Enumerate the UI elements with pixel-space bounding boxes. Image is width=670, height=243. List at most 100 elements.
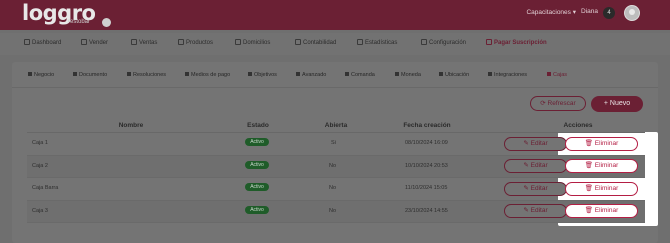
building-icon xyxy=(28,72,32,76)
advanced-icon xyxy=(296,72,300,76)
tab-comanda[interactable]: Comanda xyxy=(345,72,375,78)
resolution-icon xyxy=(127,72,131,76)
refresh-button[interactable]: ⟳ Refrescar xyxy=(530,96,586,111)
tab-negocio[interactable]: Negocio xyxy=(28,72,54,78)
cell-fecha: 23/10/2024 14:55 xyxy=(405,207,448,214)
nav-domicilios[interactable]: Domicilios xyxy=(235,39,270,46)
col-fecha: Fecha creación xyxy=(403,122,451,129)
delete-label: Eliminar xyxy=(594,207,619,214)
target-icon xyxy=(248,72,252,76)
tab-label: Documento xyxy=(79,72,108,78)
nav-configuracion[interactable]: Configuración xyxy=(421,39,466,46)
status-badge: Activo xyxy=(245,160,269,169)
nav-label: Dashboard xyxy=(32,40,62,46)
table-row: Caja Barra Activo No 11/10/2024 15:05 ✎ … xyxy=(27,178,645,201)
edit-label: Editar xyxy=(530,139,548,147)
trash-icon: 🗑 xyxy=(584,207,593,214)
loggro-logo[interactable]: loggro restobar xyxy=(22,1,112,27)
tab-label: Avanzado xyxy=(302,72,327,78)
cell-abierta: No xyxy=(329,207,337,214)
payment-icon xyxy=(185,72,189,76)
currency-icon xyxy=(395,72,399,76)
bike-icon xyxy=(235,39,241,45)
nav-dashboard[interactable]: Dashboard xyxy=(24,39,61,46)
tab-objetivos[interactable]: Objetivos xyxy=(248,72,277,78)
capacitaciones-label: Capacitaciones xyxy=(526,9,571,16)
settings-card: Negocio Documento Resoluciones Medios de… xyxy=(12,62,658,243)
trash-icon: 🗑 xyxy=(584,139,593,147)
document-icon xyxy=(73,72,77,76)
nav-pagar-suscripcion[interactable]: Pagar Suscripción xyxy=(486,39,547,46)
bag-icon xyxy=(178,39,184,45)
top-bar: loggro restobar Capacitaciones ▾ Diana 4 xyxy=(0,0,670,30)
tab-avanzado[interactable]: Avanzado xyxy=(296,72,326,78)
logo-subtitle: restobar xyxy=(68,19,91,25)
cell-nombre: Caja 3 xyxy=(32,207,48,214)
tab-integraciones[interactable]: Integraciones xyxy=(488,72,527,78)
nav-label: Productos xyxy=(186,40,214,46)
nav-vender[interactable]: Vender xyxy=(81,39,108,46)
tab-label: Negocio xyxy=(34,72,55,78)
nav-label: Ventas xyxy=(139,40,158,46)
cell-fecha: 11/10/2024 15:05 xyxy=(405,185,448,191)
delete-button[interactable]: 🗑 Eliminar xyxy=(565,204,638,218)
edit-button[interactable]: ✎ Editar xyxy=(504,159,567,173)
cell-abierta: No xyxy=(329,185,337,191)
tab-moneda[interactable]: Moneda xyxy=(395,72,421,78)
logo-badge-icon xyxy=(102,18,111,27)
plus-icon: + xyxy=(603,100,608,107)
cell-fecha: 08/10/2024 16:09 xyxy=(405,140,448,146)
cell-fecha: 10/10/2024 20:53 xyxy=(405,162,448,169)
table-body: Caja 1 Activo Si 08/10/2024 16:09 ✎ Edit… xyxy=(27,133,645,223)
tag-icon xyxy=(131,39,137,45)
edit-button[interactable]: ✎ Editar xyxy=(504,181,567,196)
main-nav: Dashboard Vender Ventas Productos Domici… xyxy=(0,33,670,55)
edit-button[interactable]: ✎ Editar xyxy=(504,136,567,151)
notifications-badge[interactable]: 4 xyxy=(603,7,615,19)
tab-cajas[interactable]: Cajas xyxy=(547,72,567,78)
ledger-icon xyxy=(295,39,301,45)
delete-button[interactable]: 🗑 Eliminar xyxy=(565,159,638,173)
edit-label: Editar xyxy=(530,162,548,169)
tab-ubicacion[interactable]: Ubicación xyxy=(439,72,469,78)
location-icon xyxy=(439,72,443,76)
tab-documento[interactable]: Documento xyxy=(73,72,107,78)
check-icon xyxy=(488,72,492,76)
edit-button[interactable]: ✎ Editar xyxy=(504,204,567,218)
nav-contabilidad[interactable]: Contabilidad xyxy=(295,39,336,46)
status-badge: Activo xyxy=(245,205,269,214)
nav-productos[interactable]: Productos xyxy=(178,39,213,46)
nav-estadisticas[interactable]: Estadísticas xyxy=(357,39,397,46)
delete-button[interactable]: 🗑 Eliminar xyxy=(565,181,638,196)
tab-resoluciones[interactable]: Resoluciones xyxy=(127,72,166,78)
nav-label: Contabilidad xyxy=(303,40,337,46)
new-button[interactable]: + Nuevo xyxy=(591,96,643,112)
capacitaciones-menu[interactable]: Capacitaciones ▾ xyxy=(526,8,576,16)
refresh-label: Refrescar xyxy=(547,100,576,107)
user-name[interactable]: Diana xyxy=(581,8,598,15)
pencil-icon: ✎ xyxy=(523,184,529,192)
chart-icon xyxy=(357,39,363,45)
tab-medios-de-pago[interactable]: Medios de pago xyxy=(185,72,230,78)
settings-subnav: Negocio Documento Resoluciones Medios de… xyxy=(12,62,658,88)
pencil-icon: ✎ xyxy=(523,139,529,147)
cell-abierta: No xyxy=(329,162,337,169)
cell-nombre: Caja Barra xyxy=(32,185,59,191)
tab-label: Medios de pago xyxy=(191,72,231,78)
gear-icon xyxy=(421,39,427,45)
edit-label: Editar xyxy=(530,207,548,214)
card-icon xyxy=(486,39,492,45)
col-estado: Estado xyxy=(247,122,269,129)
nav-label: Estadísticas xyxy=(365,40,398,46)
delete-label: Eliminar xyxy=(594,139,619,147)
avatar[interactable] xyxy=(624,5,640,21)
table-header: Nombre Estado Abierta Fecha creación Acc… xyxy=(27,118,645,133)
status-badge: Activo xyxy=(245,183,269,191)
status-badge: Activo xyxy=(245,138,269,146)
nav-ventas[interactable]: Ventas xyxy=(131,39,157,46)
edit-label: Editar xyxy=(530,184,548,192)
delete-button[interactable]: 🗑 Eliminar xyxy=(565,136,638,151)
cajas-table: Nombre Estado Abierta Fecha creación Acc… xyxy=(27,118,645,223)
delete-label: Eliminar xyxy=(594,162,619,169)
table-row: Caja 1 Activo Si 08/10/2024 16:09 ✎ Edit… xyxy=(27,133,645,156)
